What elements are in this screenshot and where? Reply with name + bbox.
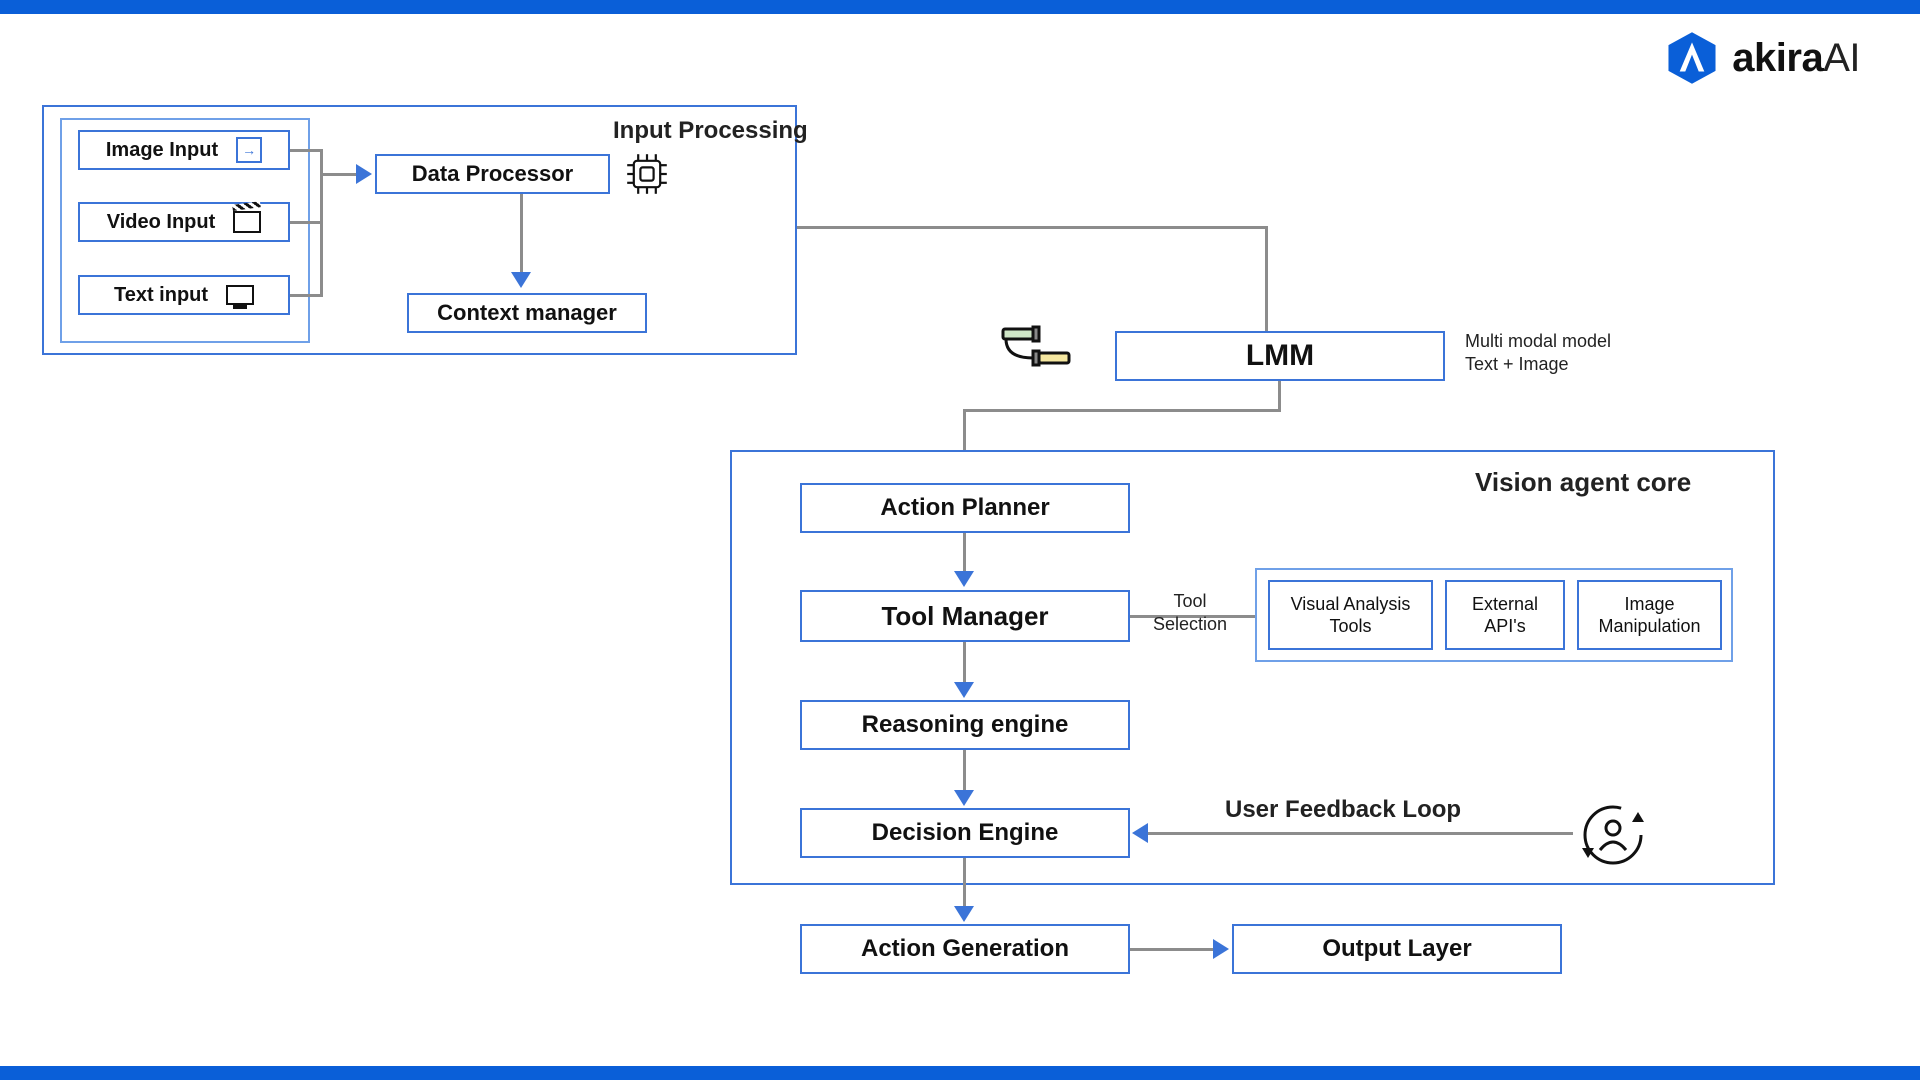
chip-icon [625,152,669,196]
arrow-ap-tm [954,571,974,587]
logo-hexagon-icon [1664,30,1720,86]
lmm-box: LMM [1115,331,1445,381]
video-input-box: Video Input [78,202,290,242]
arrow-re-de [954,790,974,806]
video-input-label: Video Input [107,211,216,234]
conn-ip-out [797,226,1267,229]
tool-selection-line2: Selection [1153,614,1227,634]
action-generation-box: Action Generation [800,924,1130,974]
conn-to-dataproc [320,173,358,176]
conn-dp-to-cm [520,194,523,274]
context-manager-box: Context manager [407,293,647,333]
conn-lmm-left [963,409,1281,412]
brand-logo: akiraAI [1664,30,1860,86]
conn-inputs-merge [320,149,323,297]
conn-tm-re [963,642,966,684]
monitor-icon [226,285,254,305]
lmm-caption-line2: Text + Image [1465,354,1569,374]
image-input-label: Image Input [106,139,218,162]
clapperboard-icon [233,211,261,233]
conn-de-ag [963,858,966,908]
lmm-caption-line1: Multi modal model [1465,331,1611,351]
text-input-label: Text input [114,284,208,307]
image-manipulation-line1: Image [1624,593,1674,616]
user-feedback-label: User Feedback Loop [1225,795,1461,825]
logo-brand: akira [1732,36,1823,80]
conn-feedback [1148,832,1573,835]
action-planner-box: Action Planner [800,483,1130,533]
conn-image-out [290,149,320,152]
external-apis-line2: API's [1484,615,1525,638]
image-manipulation-box: Image Manipulation [1577,580,1722,650]
feedback-loop-icon [1578,800,1648,875]
arrow-tm-re [954,682,974,698]
arrow-de-ag [954,906,974,922]
image-input-box: Image Input → [78,130,290,170]
visual-analysis-line1: Visual Analysis [1291,593,1411,616]
external-apis-line1: External [1472,593,1538,616]
vision-core-title: Vision agent core [1475,466,1691,499]
tool-manager-box: Tool Manager [800,590,1130,642]
reasoning-engine-box: Reasoning engine [800,700,1130,750]
visual-analysis-line2: Tools [1329,615,1371,638]
conn-ag-ol [1130,948,1215,951]
image-manipulation-line2: Manipulation [1598,615,1700,638]
logo-suffix: AI [1823,36,1860,80]
output-layer-box: Output Layer [1232,924,1562,974]
arrow-ag-ol [1213,939,1229,959]
decision-engine-box: Decision Engine [800,808,1130,858]
conn-text-out [290,294,320,297]
visual-analysis-tools-box: Visual Analysis Tools [1268,580,1433,650]
data-processor-box: Data Processor [375,154,610,194]
pipe-connector-icon [998,323,1076,378]
conn-lmm-down1 [1278,381,1281,411]
input-processing-title: Input Processing [613,116,808,146]
external-apis-box: External API's [1445,580,1565,650]
bottom-accent-bar [0,1066,1920,1080]
conn-ap-tm [963,533,966,573]
conn-re-de [963,750,966,792]
conn-video-out [290,221,320,224]
top-accent-bar [0,0,1920,14]
arrow-dp-to-cm [511,272,531,288]
text-input-box: Text input [78,275,290,315]
arrow-to-dataproc [356,164,372,184]
image-arrow-icon: → [236,137,262,163]
logo-text: akiraAI [1732,36,1860,81]
arrow-feedback [1132,823,1148,843]
lmm-caption: Multi modal model Text + Image [1465,330,1611,375]
tool-selection-label: Tool Selection [1153,590,1227,635]
tool-selection-line1: Tool [1174,591,1207,611]
